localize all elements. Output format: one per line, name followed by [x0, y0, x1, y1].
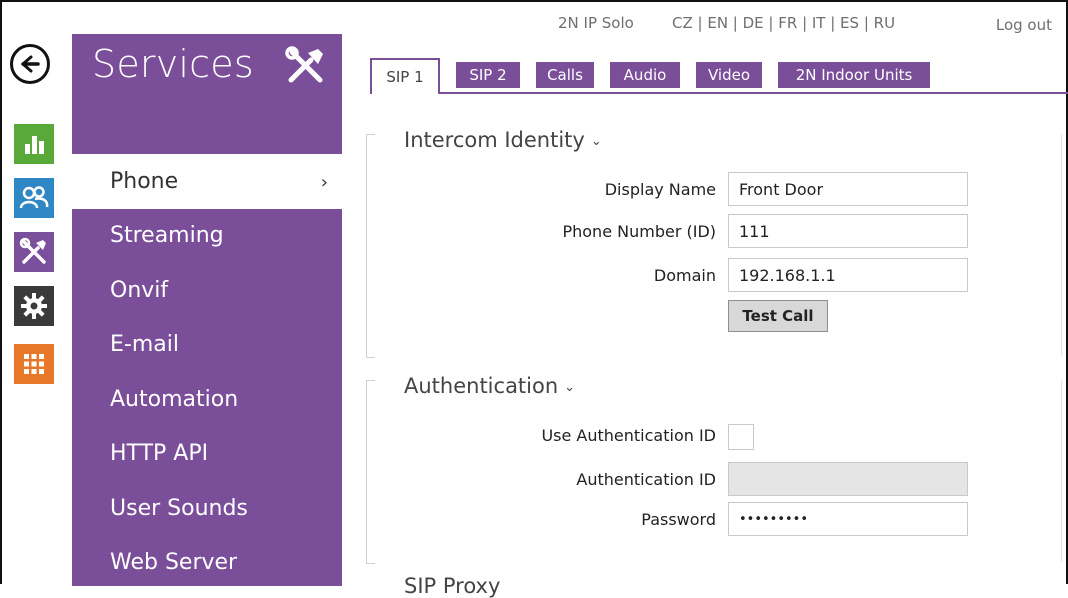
rail-system-button[interactable]	[14, 286, 54, 326]
auth-id-input[interactable]	[728, 462, 968, 496]
arrow-left-icon	[21, 55, 40, 73]
phone-number-input[interactable]: 111	[728, 214, 968, 248]
sidebar-title: Services	[92, 42, 254, 86]
sidebar-item-http-api[interactable]: HTTP API	[72, 427, 342, 482]
app-frame: 2N IP Solo CZ | EN | DE | FR | IT | ES |…	[0, 0, 1068, 598]
tab-audio[interactable]: Audio	[610, 62, 680, 88]
gear-icon	[21, 293, 47, 319]
section-title-text: Intercom Identity	[404, 128, 585, 152]
sidebar-item-phone[interactable]: Phone ›	[72, 154, 342, 209]
domain-row: Domain 192.168.1.1	[366, 258, 1066, 292]
section-title[interactable]: Authentication ⌄	[404, 374, 575, 398]
rail-status-button[interactable]	[14, 124, 54, 164]
sip-proxy-section-title[interactable]: SIP Proxy	[404, 574, 500, 598]
chevron-down-icon: ⌄	[590, 133, 602, 149]
rail-services-button[interactable]	[14, 232, 54, 272]
sidebar-item-label: Phone	[110, 168, 179, 194]
sidebar-item-user-sounds[interactable]: User Sounds	[72, 481, 342, 536]
sidebar-item-label: Streaming	[110, 223, 224, 249]
tab-bar: SIP 1 SIP 2 Calls Audio Video 2N Indoor …	[370, 58, 1068, 94]
language-selector[interactable]: CZ | EN | DE | FR | IT | ES | RU	[672, 14, 895, 32]
authentication-section: Authentication ⌄ Use Authentication ID Au…	[366, 370, 1066, 566]
sidebar-item-streaming[interactable]: Streaming	[72, 209, 342, 264]
section-title-text: Authentication	[404, 374, 559, 398]
services-sidebar: Services Phone › Streaming Onvif E-mail …	[72, 34, 342, 586]
use-auth-id-row: Use Authentication ID	[366, 422, 1066, 456]
rail-apps-button[interactable]	[14, 344, 54, 384]
rail-directory-button[interactable]	[14, 178, 54, 218]
section-title-text: SIP Proxy	[404, 574, 501, 598]
use-auth-id-label: Use Authentication ID	[541, 426, 716, 445]
display-name-label: Display Name	[604, 180, 716, 199]
users-icon	[19, 186, 49, 209]
sidebar-item-label: E-mail	[110, 332, 179, 358]
tools-icon	[285, 46, 323, 83]
sidebar-item-web-server[interactable]: Web Server	[72, 536, 342, 591]
chevron-down-icon: ⌄	[564, 379, 576, 395]
tools-icon	[19, 237, 46, 264]
tab-calls[interactable]: Calls	[536, 62, 594, 88]
display-name-row: Display Name Front Door	[366, 172, 1066, 206]
intercom-identity-section: Intercom Identity ⌄ Display Name Front Do…	[366, 124, 1066, 360]
sidebar-item-onvif[interactable]: Onvif	[72, 263, 342, 318]
grid-icon	[24, 354, 44, 374]
bar-chart-icon	[25, 136, 44, 154]
phone-number-label: Phone Number (ID)	[562, 222, 716, 241]
top-bar: 2N IP Solo CZ | EN | DE | FR | IT | ES |…	[2, 12, 1066, 36]
tab-sip-2[interactable]: SIP 2	[456, 62, 520, 88]
phone-number-row: Phone Number (ID) 111	[366, 214, 1066, 248]
sidebar-item-label: Automation	[110, 386, 239, 412]
tab-sip-1[interactable]: SIP 1	[370, 58, 440, 94]
sidebar-item-label: Onvif	[110, 277, 169, 303]
auth-id-row: Authentication ID	[366, 462, 1066, 496]
use-auth-id-checkbox[interactable]	[728, 424, 754, 450]
tab-video[interactable]: Video	[696, 62, 762, 88]
services-menu: Phone › Streaming Onvif E-mail Automatio…	[72, 154, 342, 590]
password-input[interactable]: •••••••••	[728, 502, 968, 536]
display-name-input[interactable]: Front Door	[728, 172, 968, 206]
back-button[interactable]	[10, 44, 50, 84]
tab-indoor-units[interactable]: 2N Indoor Units	[778, 62, 930, 88]
section-title[interactable]: Intercom Identity ⌄	[404, 128, 602, 152]
sidebar-item-label: HTTP API	[110, 441, 209, 467]
test-call-button[interactable]: Test Call	[728, 300, 828, 332]
sidebar-item-label: User Sounds	[110, 495, 248, 521]
password-row: Password •••••••••	[366, 502, 1066, 536]
domain-label: Domain	[653, 266, 716, 285]
auth-id-label: Authentication ID	[576, 470, 716, 489]
sidebar-item-email[interactable]: E-mail	[72, 318, 342, 373]
logout-link[interactable]: Log out	[996, 16, 1052, 34]
sidebar-item-automation[interactable]: Automation	[72, 372, 342, 427]
sidebar-item-label: Web Server	[110, 550, 238, 576]
chevron-right-icon: ›	[320, 172, 328, 193]
device-name: 2N IP Solo	[558, 14, 634, 32]
password-label: Password	[641, 510, 716, 529]
domain-input[interactable]: 192.168.1.1	[728, 258, 968, 292]
